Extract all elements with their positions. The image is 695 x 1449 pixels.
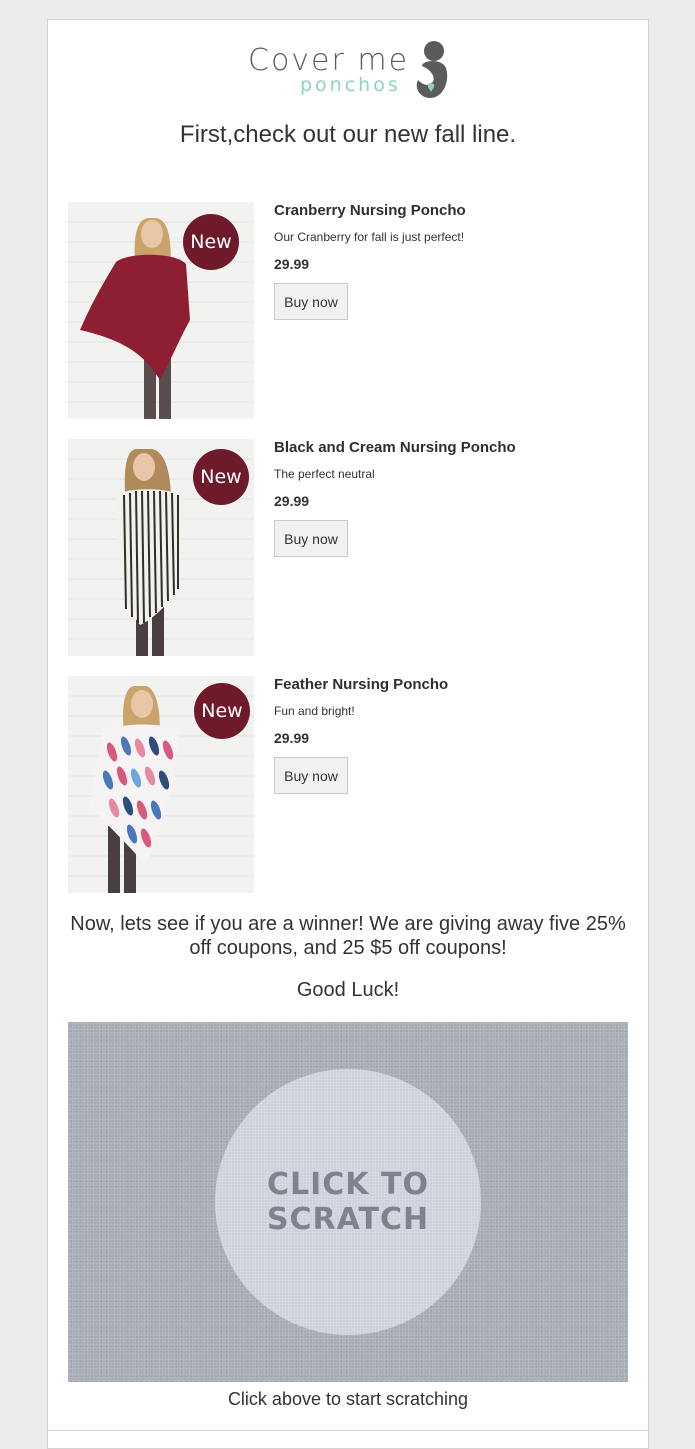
scratch-caption: Click above to start scratching <box>227 1389 469 1409</box>
new-badge: New <box>183 214 239 270</box>
logo-wordmark: Cover me <box>248 43 410 78</box>
buy-now-button[interactable]: Buy now <box>274 757 348 794</box>
product-card-cranberry: New Cranberry Nursing Poncho Our Cranber… <box>68 202 628 420</box>
buy-now-button[interactable]: Buy now <box>274 283 348 320</box>
product-name[interactable]: Black and Cream Nursing Poncho <box>274 439 516 457</box>
headline: First,check out our new fall line. <box>179 121 517 148</box>
product-card-black-cream: New Black and Cream Nursing Poncho The p… <box>68 439 628 657</box>
mother-and-baby-heart-icon <box>416 41 448 98</box>
buy-now-button[interactable]: Buy now <box>274 520 348 557</box>
product-card-feather: New Feather Nursing Poncho Fun and brigh… <box>68 676 628 894</box>
product-photo[interactable]: New <box>68 676 254 893</box>
product-description: Our Cranberry for fall is just perfect! <box>274 230 465 244</box>
email-card: Cover me ponchos First,check out our new… <box>47 19 649 1449</box>
new-badge: New <box>194 683 250 739</box>
product-name[interactable]: Feather Nursing Poncho <box>274 676 448 694</box>
brand-logo[interactable]: Cover me ponchos <box>248 40 453 102</box>
product-description: The perfect neutral <box>274 467 375 481</box>
product-description: Fun and bright! <box>274 704 355 718</box>
product-photo[interactable]: New <box>68 439 254 656</box>
product-photo[interactable]: New <box>68 202 254 419</box>
click-to-scratch-label: CLICK TO SCRATCH <box>266 1167 430 1237</box>
promo-text: Now, lets see if you are a winner! We ar… <box>70 913 626 959</box>
logo-subtitle: ponchos <box>300 74 401 96</box>
product-price: 29.99 <box>274 493 310 509</box>
divider <box>48 1430 648 1431</box>
new-badge: New <box>193 449 249 505</box>
product-price: 29.99 <box>274 256 310 272</box>
product-price: 29.99 <box>274 730 310 746</box>
scratch-circle[interactable]: CLICK TO SCRATCH <box>215 1069 481 1335</box>
good-luck-text: Good Luck! <box>296 979 400 1001</box>
scratch-card[interactable]: CLICK TO SCRATCH <box>68 1022 628 1382</box>
product-name[interactable]: Cranberry Nursing Poncho <box>274 202 466 220</box>
